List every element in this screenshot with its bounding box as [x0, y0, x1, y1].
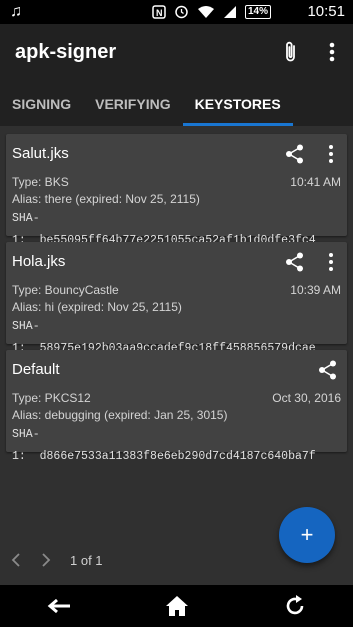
recent-apps-icon[interactable]	[283, 594, 307, 618]
keystore-card[interactable]: Hola.jks Type: BouncyCastle 10:39 AM Alia…	[6, 242, 347, 355]
svg-text:N: N	[156, 8, 163, 18]
tab-signing[interactable]: SIGNING	[0, 82, 83, 126]
battery-icon: 14%	[244, 4, 271, 19]
share-icon[interactable]	[317, 359, 339, 381]
more-vert-icon[interactable]	[325, 143, 337, 165]
keystore-card[interactable]: Salut.jks Type: BKS 10:41 AM Alias: there…	[6, 134, 347, 247]
tab-verifying[interactable]: VERIFYING	[83, 82, 182, 126]
keystore-alias: Alias: there (expired: Nov 25, 2115)	[12, 192, 200, 206]
more-vert-icon[interactable]	[321, 38, 343, 66]
add-keystore-button[interactable]: +	[279, 507, 335, 563]
status-time: 10:51	[307, 3, 345, 20]
pager: 1 of 1	[10, 548, 103, 572]
keystore-type: Type: BouncyCastle	[12, 283, 119, 297]
signal-icon	[223, 5, 236, 18]
attach-icon[interactable]	[277, 38, 305, 66]
share-icon[interactable]	[284, 251, 306, 273]
chevron-right-icon[interactable]	[40, 553, 52, 567]
keystore-name: Default	[12, 361, 60, 378]
app-bar: apk-signer SIGNING VERIFYING KEYSTORES	[0, 24, 353, 126]
home-icon[interactable]	[164, 594, 190, 618]
keystore-alias: Alias: hi (expired: Nov 25, 2115)	[12, 300, 182, 314]
keystore-list: Salut.jks Type: BKS 10:41 AM Alias: there…	[6, 134, 347, 463]
more-vert-icon[interactable]	[325, 251, 337, 273]
app-title: apk-signer	[15, 41, 117, 63]
back-icon[interactable]	[46, 596, 72, 616]
tab-keystores[interactable]: KEYSTORES	[182, 82, 293, 126]
sha-label: SHA-1:	[12, 428, 40, 463]
share-icon[interactable]	[284, 143, 306, 165]
wifi-icon	[197, 5, 214, 18]
keystore-name: Salut.jks	[12, 145, 69, 162]
tab-bar: SIGNING VERIFYING KEYSTORES	[0, 82, 353, 126]
keystore-time: 10:41 AM	[290, 175, 341, 189]
alarm-icon	[175, 5, 188, 19]
navigation-bar	[0, 585, 353, 627]
status-bar: ♫ N 14% 10:51	[0, 0, 353, 24]
keystore-alias: Alias: debugging (expired: Jan 25, 3015)	[12, 408, 228, 422]
keystore-type: Type: BKS	[12, 175, 69, 189]
sha-value: d866e7533a11383f8e6eb290d7cd4187c640ba7f	[39, 450, 316, 463]
chevron-left-icon[interactable]	[10, 553, 22, 567]
music-note-icon: ♫	[10, 3, 22, 20]
nfc-icon: N	[152, 4, 166, 19]
page-count: 1 of 1	[70, 552, 103, 568]
keystore-time: Oct 30, 2016	[272, 391, 341, 405]
keystore-card[interactable]: Default Type: PKCS12 Oct 30, 2016 Alias: …	[6, 350, 347, 463]
keystore-type: Type: PKCS12	[12, 391, 91, 405]
keystore-name: Hola.jks	[12, 253, 66, 270]
keystore-time: 10:39 AM	[290, 283, 341, 297]
